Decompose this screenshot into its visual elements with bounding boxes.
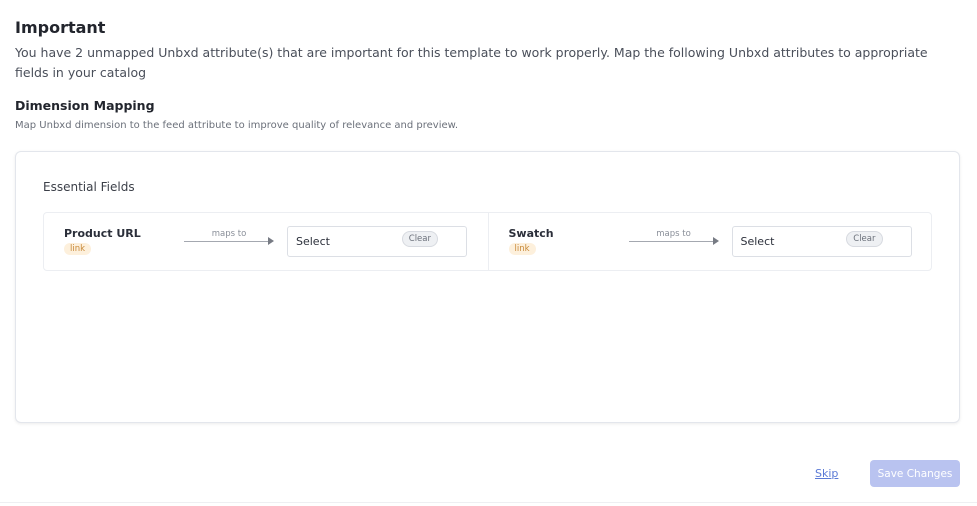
section-title: Dimension Mapping bbox=[15, 98, 155, 113]
skip-link[interactable]: Skip bbox=[815, 467, 838, 480]
select-value: Select bbox=[740, 235, 775, 248]
field-name: Product URL bbox=[64, 227, 141, 240]
arrow-right-icon bbox=[712, 237, 719, 245]
footer-divider bbox=[0, 502, 977, 503]
arrow-right-icon bbox=[268, 237, 274, 245]
maps-to-label: maps to bbox=[211, 229, 247, 239]
select-value: Select bbox=[296, 235, 330, 248]
arrow-line bbox=[628, 241, 715, 242]
type-badge: link bbox=[64, 243, 92, 255]
attribute-select[interactable]: Select Clear bbox=[731, 226, 912, 257]
clear-button[interactable]: Clear bbox=[846, 231, 883, 247]
card-title: Essential Fields bbox=[43, 180, 135, 194]
essential-fields-card: Essential Fields Product URL link maps t… bbox=[15, 151, 960, 423]
page-title: Important bbox=[15, 18, 106, 37]
maps-to-label: maps to bbox=[656, 229, 691, 239]
clear-button[interactable]: Clear bbox=[401, 231, 438, 247]
field-name: Swatch bbox=[508, 227, 554, 240]
field-swatch: Swatch link maps to Select Clear bbox=[487, 213, 932, 270]
attribute-select[interactable]: Select Clear bbox=[287, 226, 467, 257]
type-badge: link bbox=[508, 243, 536, 255]
save-changes-button[interactable]: Save Changes bbox=[870, 460, 960, 487]
page-description: You have 2 unmapped Unbxd attribute(s) t… bbox=[15, 45, 928, 80]
field-product-url: Product URL link maps to Select Clear bbox=[44, 213, 488, 270]
fields-row: Product URL link maps to Select Clear Sw… bbox=[43, 212, 932, 271]
arrow-line bbox=[184, 241, 270, 242]
section-subtitle: Map Unbxd dimension to the feed attribut… bbox=[15, 120, 459, 131]
